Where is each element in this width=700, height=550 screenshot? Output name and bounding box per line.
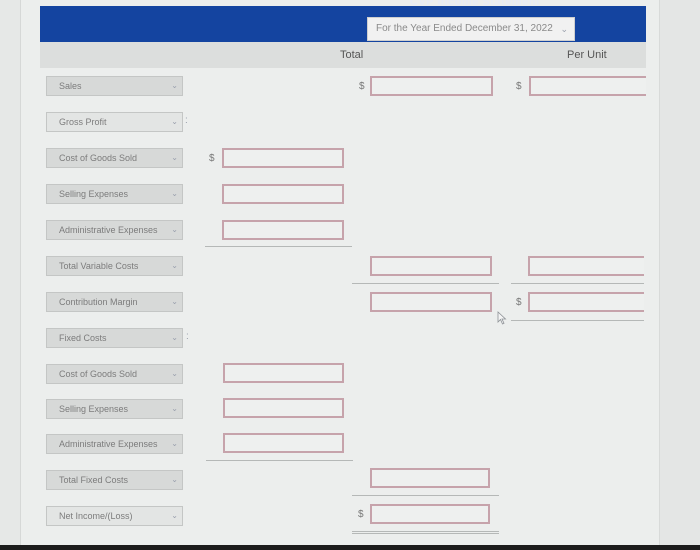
fixed-selling-input[interactable] <box>223 398 344 418</box>
row-select-fixed-cogs[interactable]: Cost of Goods Sold ⌄ <box>46 364 183 384</box>
chevron-down-icon: ⌄ <box>171 404 178 413</box>
row-label: Total Fixed Costs <box>59 475 129 485</box>
variable-cogs-input[interactable] <box>222 148 344 168</box>
subtotal-rule <box>205 246 352 247</box>
row-select-fixed-admin[interactable]: Administrative Expenses ⌄ <box>46 434 183 454</box>
row-label: Net Income/(Loss) <box>59 511 133 521</box>
dollar-sign: $ <box>359 81 365 92</box>
left-gutter <box>0 0 21 545</box>
subtotal-rule <box>511 320 644 321</box>
row-select-variable-selling[interactable]: Selling Expenses ⌄ <box>46 184 183 204</box>
chevron-down-icon: ⌄ <box>171 475 178 484</box>
row-label: Sales <box>59 81 82 91</box>
period-select-value: For the Year Ended December 31, 2022 <box>376 23 553 34</box>
colon-mark: : <box>186 331 189 342</box>
chevron-down-icon: ⌄ <box>171 439 178 448</box>
row-select-fixed-costs[interactable]: Fixed Costs ⌄ <box>46 328 183 348</box>
subtotal-rule <box>206 460 353 461</box>
chevron-down-icon: ⌄ <box>171 117 178 126</box>
chevron-down-icon: ⌄ <box>171 511 178 520</box>
screen-bezel <box>0 545 700 550</box>
contribution-margin-input[interactable] <box>370 292 492 312</box>
sales-total-input[interactable] <box>370 76 493 96</box>
dollar-sign: $ <box>516 81 522 92</box>
chevron-down-icon: ⌄ <box>560 24 568 34</box>
row-label: Selling Expenses <box>59 404 129 414</box>
subtotal-rule <box>352 495 499 496</box>
row-label: Contribution Margin <box>59 297 138 307</box>
total-variable-costs-per-unit-input[interactable] <box>528 256 644 276</box>
variable-admin-input[interactable] <box>222 220 344 240</box>
statement-header: CVP Income Statement For the Year Ended … <box>40 0 646 42</box>
row-select-variable-cogs[interactable]: Cost of Goods Sold ⌄ <box>46 148 183 168</box>
row-select-total-variable-costs[interactable]: Total Variable Costs ⌄ <box>46 256 183 276</box>
fixed-cogs-input[interactable] <box>223 363 344 383</box>
row-select-fixed-selling[interactable]: Selling Expenses ⌄ <box>46 399 183 419</box>
chevron-down-icon: ⌄ <box>171 81 178 90</box>
chevron-down-icon: ⌄ <box>171 225 178 234</box>
row-select-net-income[interactable]: Net Income/(Loss) ⌄ <box>46 506 183 526</box>
period-select[interactable]: For the Year Ended December 31, 2022 ⌄ <box>367 17 575 41</box>
chevron-down-icon: ⌄ <box>171 369 178 378</box>
chevron-down-icon: ⌄ <box>171 189 178 198</box>
page: CVP Income Statement For the Year Ended … <box>0 0 700 550</box>
total-double-rule <box>352 531 499 534</box>
row-label: Administrative Expenses <box>59 439 158 449</box>
statement-title: CVP Income Statement <box>409 0 541 8</box>
row-label: Administrative Expenses <box>59 225 158 235</box>
row-select-sales[interactable]: Sales ⌄ <box>46 76 183 96</box>
colon-mark: : <box>185 115 188 126</box>
dollar-sign: $ <box>209 153 215 164</box>
row-label: Cost of Goods Sold <box>59 153 138 163</box>
net-income-input[interactable] <box>370 504 490 524</box>
dollar-sign: $ <box>358 509 364 520</box>
chevron-down-icon: ⌄ <box>171 297 178 306</box>
fixed-admin-input[interactable] <box>223 433 344 453</box>
row-select-variable-admin[interactable]: Administrative Expenses ⌄ <box>46 220 183 240</box>
subtotal-rule <box>511 283 644 284</box>
total-fixed-costs-input[interactable] <box>370 468 490 488</box>
row-label: Selling Expenses <box>59 189 129 199</box>
row-label: Gross Profit <box>59 117 107 127</box>
right-scroll-area[interactable] <box>659 0 700 545</box>
row-select-total-fixed-costs[interactable]: Total Fixed Costs ⌄ <box>46 470 183 490</box>
chevron-down-icon: ⌄ <box>171 333 178 342</box>
dollar-sign: $ <box>516 297 522 308</box>
row-label: Total Variable Costs <box>59 261 139 271</box>
row-label: Fixed Costs <box>59 333 107 343</box>
column-header-per-unit: Per Unit <box>567 49 607 61</box>
chevron-down-icon: ⌄ <box>171 261 178 270</box>
total-variable-costs-input[interactable] <box>370 256 492 276</box>
row-select-gross-profit[interactable]: Gross Profit ⌄ <box>46 112 183 132</box>
chevron-down-icon: ⌄ <box>171 153 178 162</box>
variable-selling-input[interactable] <box>222 184 344 204</box>
sales-per-unit-input[interactable] <box>529 76 646 96</box>
column-header-total: Total <box>340 49 364 61</box>
contribution-margin-per-unit-input[interactable] <box>528 292 644 312</box>
row-label: Cost of Goods Sold <box>59 369 138 379</box>
subtotal-rule <box>352 283 499 284</box>
row-select-contribution-margin[interactable]: Contribution Margin ⌄ <box>46 292 183 312</box>
cursor-arrow-icon <box>497 311 507 325</box>
